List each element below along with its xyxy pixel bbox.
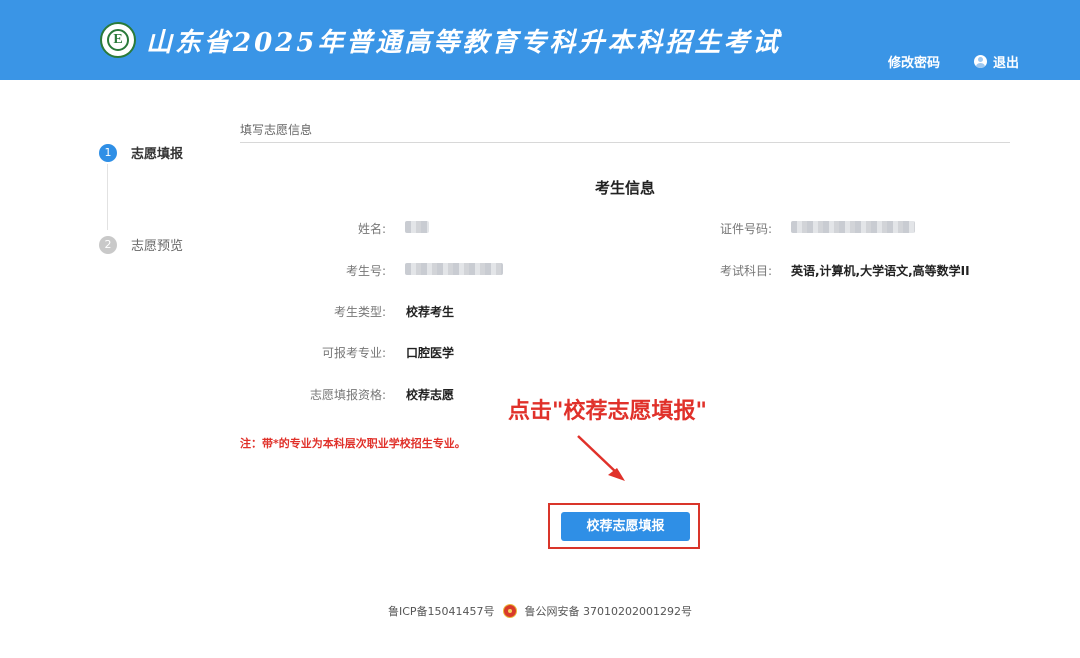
section-title: 填写志愿信息 (240, 123, 313, 137)
step-number: 2 (99, 235, 117, 254)
major-value: 口腔医学 (406, 346, 455, 360)
arrow-down-right-icon (577, 435, 625, 481)
candidate-type-value: 校荐考生 (406, 305, 455, 319)
top-header: E 山东省2025年普通高等教育专科升本科招生考试 修改密码 退出 (0, 0, 1080, 80)
candidate-info-heading: 考生信息 (594, 179, 655, 197)
school-logo-icon: E (100, 22, 136, 58)
step-number: 1 (99, 143, 117, 162)
subjects-value: 英语,计算机,大学语文,高等数学II (791, 264, 970, 278)
id-number-label: 证件号码: (719, 222, 772, 236)
step-preview-volunteer[interactable]: 2 志愿预览 (99, 235, 183, 254)
qualification-value: 校荐志愿 (406, 388, 455, 402)
logout-link[interactable]: 退出 (974, 52, 1019, 71)
major-label: 可报考专业: (321, 346, 386, 360)
candidate-type-label: 考生类型: (333, 305, 386, 319)
change-password-link[interactable]: 修改密码 (888, 52, 940, 71)
section-divider (240, 142, 1010, 143)
logout-label: 退出 (993, 56, 1020, 71)
page-title: 山东省2025年普通高等教育专科升本科招生考试 (146, 28, 782, 58)
logo-letter: E (107, 29, 129, 51)
subjects-label: 考试科目: (719, 264, 772, 278)
step-label: 志愿填报 (131, 147, 184, 162)
name-value-redacted (405, 221, 429, 233)
exam-number-label: 考生号: (345, 264, 386, 278)
police-badge-icon (502, 604, 517, 618)
police-record-link[interactable]: 鲁公网安备 37010202001292号 (525, 603, 692, 619)
step-label: 志愿预览 (131, 239, 184, 254)
exam-number-value-redacted (405, 263, 503, 275)
icp-record-link[interactable]: 鲁ICP备15041457号 (388, 603, 495, 619)
footer: 鲁ICP备15041457号 鲁公网安备 37010202001292号 (0, 603, 1080, 619)
id-number-value-redacted (791, 221, 915, 233)
major-note: 注：带*的专业为本科层次职业学校招生专业。 (240, 437, 466, 450)
step-connector (107, 164, 108, 230)
click-instruction-annotation: 点击"校荐志愿填报" (508, 399, 707, 424)
recommended-volunteer-submit-button[interactable]: 校荐志愿填报 (561, 512, 690, 541)
step-fill-volunteer[interactable]: 1 志愿填报 (99, 143, 183, 162)
qualification-label: 志愿填报资格: (309, 388, 386, 402)
user-icon (974, 55, 987, 68)
name-label: 姓名: (357, 222, 386, 236)
